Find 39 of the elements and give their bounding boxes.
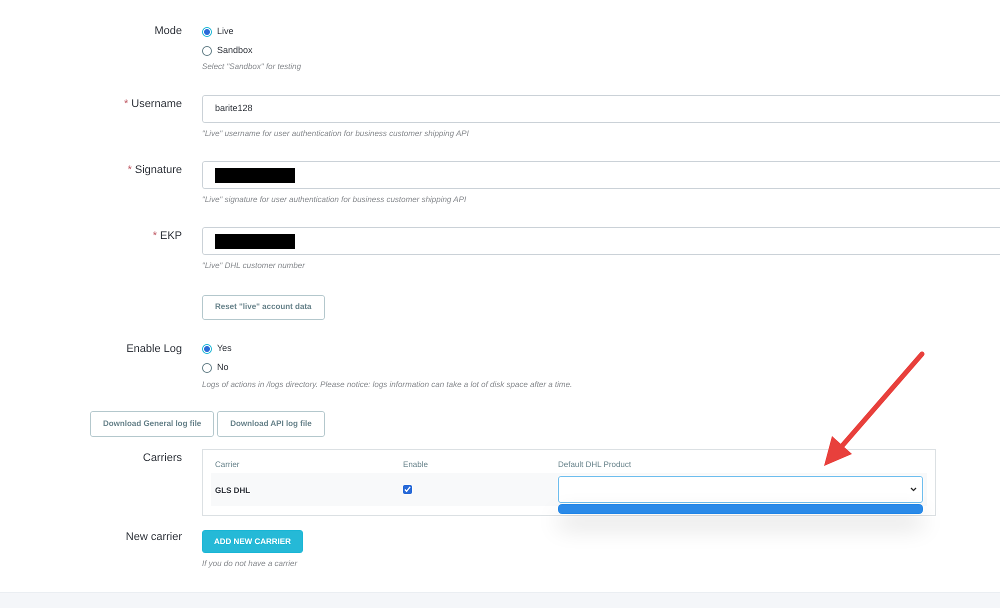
text-field[interactable] — [202, 161, 1000, 189]
field-label: Enable Log — [126, 342, 182, 356]
help-text: "Live" signature for user authentication for business customer shipping API — [202, 194, 468, 206]
help-text: Select "Sandbox" for testing — [202, 61, 302, 73]
radio-label: Yes — [217, 342, 232, 356]
column-header: Carrier — [215, 460, 240, 468]
text-field[interactable] — [202, 227, 1000, 255]
field-label: Signature — [134, 163, 182, 178]
help-text: If you do not have a carrier — [202, 558, 298, 570]
text-field[interactable]: barite128 — [202, 95, 1000, 123]
select-field[interactable] — [558, 476, 923, 502]
help-text: "Live" DHL customer number — [202, 260, 306, 272]
download-button[interactable]: Download API log file — [217, 410, 325, 436]
column-header: Default DHL Product — [558, 460, 632, 468]
radio-button[interactable] — [202, 46, 212, 56]
required-mark: * — [128, 163, 132, 178]
field-label: EKP — [160, 229, 182, 244]
carrier-name: GLS DHL — [215, 486, 250, 495]
field-label: New carrier — [126, 530, 182, 544]
help-text: "Live" username for user authentication for business customer shipping API — [202, 128, 470, 140]
dropdown-list[interactable] — [558, 504, 923, 514]
field-label: Username — [131, 97, 182, 112]
required-mark: * — [152, 229, 157, 244]
help-text: Logs of actions in /logs directory. Please notice: logs information can take a lot of disk space after a time. — [202, 378, 574, 390]
download-button[interactable]: Download General log file — [90, 410, 214, 436]
field-label: Mode — [154, 24, 182, 39]
add-carrier-button[interactable]: ADD NEW CARRIER — [202, 530, 303, 553]
radio-label: Sandbox — [217, 44, 253, 57]
checkbox[interactable] — [403, 485, 412, 494]
radio-label: Live — [217, 24, 234, 38]
radio-button[interactable] — [202, 26, 212, 36]
required-mark: * — [124, 97, 128, 112]
chevron-down-icon — [910, 486, 917, 492]
field-label: Carriers — [142, 450, 182, 466]
column-header: Enable — [403, 460, 428, 468]
reset-button[interactable]: Reset "live" account data — [202, 294, 325, 320]
radio-button[interactable] — [202, 344, 212, 354]
radio-button[interactable] — [202, 363, 212, 373]
radio-label: No — [217, 361, 229, 374]
